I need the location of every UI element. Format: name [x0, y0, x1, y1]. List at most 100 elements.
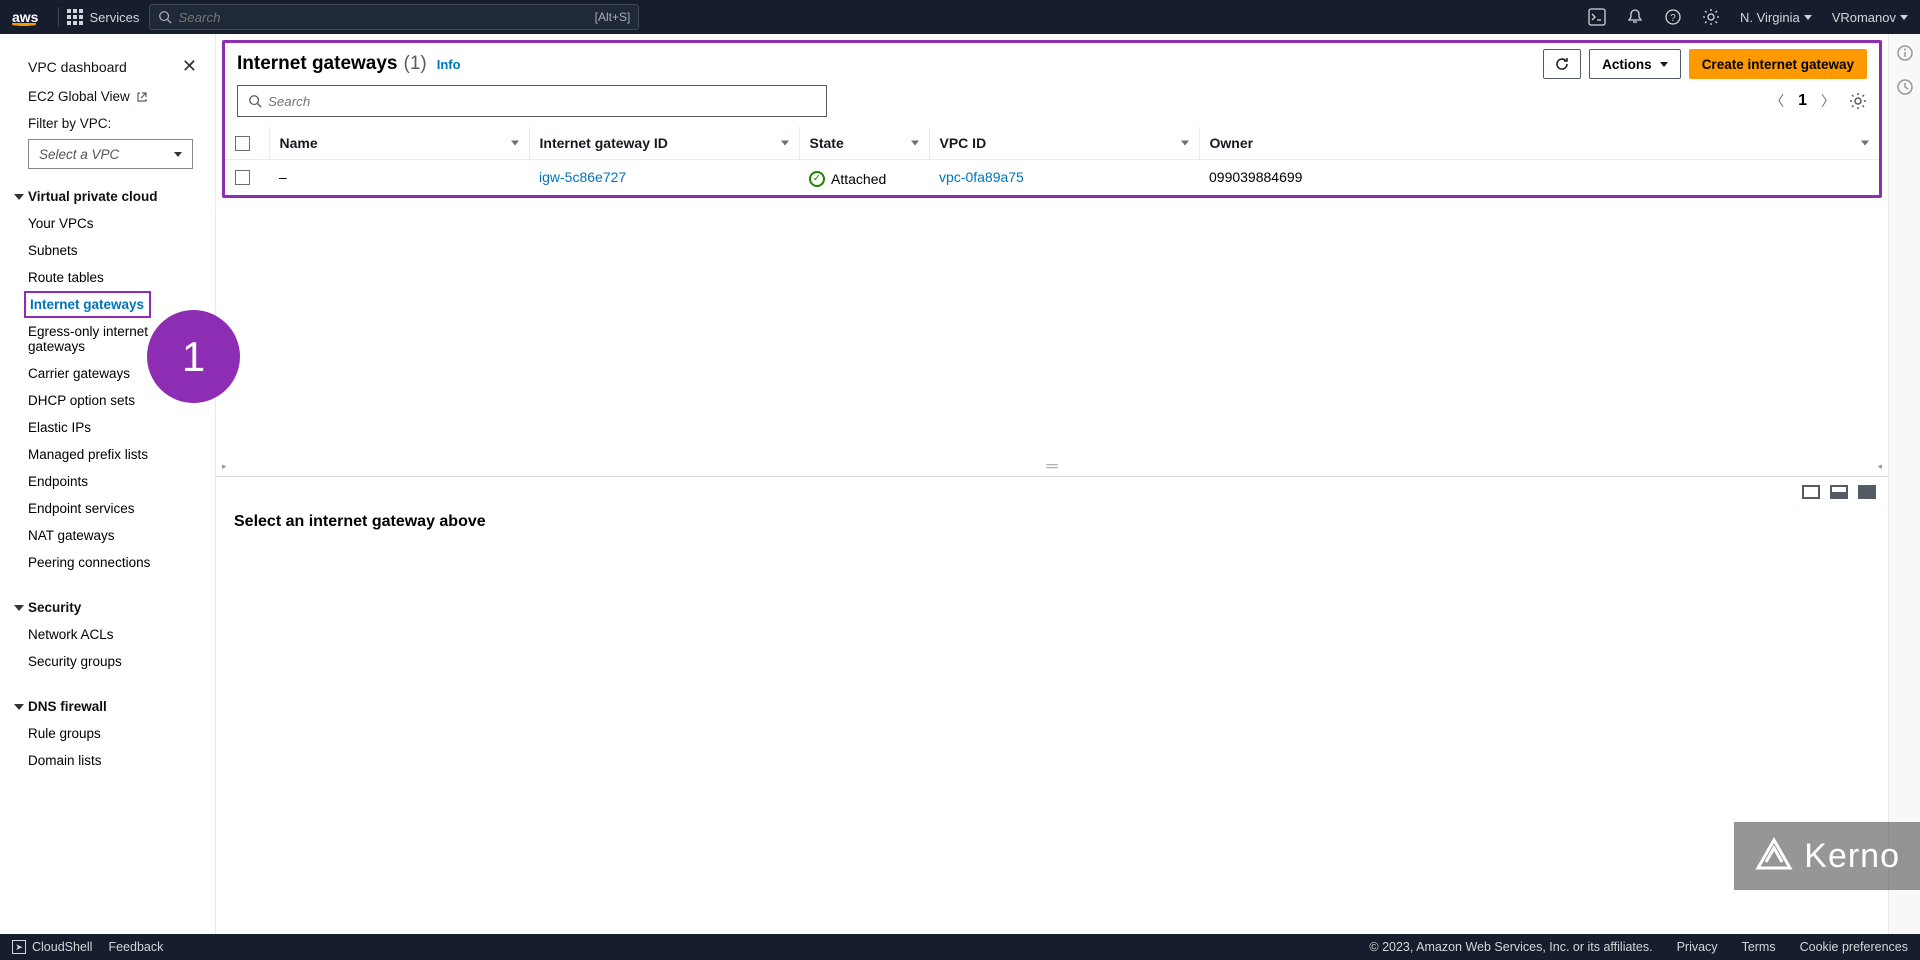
col-state[interactable]: State [799, 127, 929, 160]
section-label: Virtual private cloud [28, 189, 158, 204]
global-search[interactable]: [Alt+S] [149, 4, 639, 30]
caret-down-icon [14, 605, 24, 611]
region-selector[interactable]: N. Virginia [1740, 10, 1812, 25]
section-label: Security [28, 600, 81, 615]
global-search-input[interactable] [178, 10, 594, 25]
cell-name: – [269, 160, 529, 195]
igw-panel-highlight: Internet gateways (1) Info Actions Creat… [222, 40, 1882, 198]
sidebar-item-peering-connections[interactable]: Peering connections [10, 549, 201, 576]
page-number: 1 [1798, 92, 1807, 110]
row-checkbox[interactable] [235, 170, 250, 185]
col-owner[interactable]: Owner [1199, 127, 1879, 160]
main-content: Internet gateways (1) Info Actions Creat… [216, 34, 1888, 934]
title-text: Internet gateways [237, 53, 398, 75]
cell-owner: 099039884699 [1199, 160, 1879, 195]
footer-cloudshell-button[interactable]: ➤CloudShell [12, 940, 92, 954]
table-preferences-button[interactable] [1849, 92, 1867, 110]
select-all-checkbox[interactable] [235, 136, 250, 151]
sidebar-item-dashboard[interactable]: VPC dashboard [28, 59, 127, 75]
page-next-button[interactable]: 〉 [1821, 91, 1835, 111]
footer-privacy-link[interactable]: Privacy [1677, 940, 1718, 954]
svg-text:?: ? [1670, 13, 1676, 24]
sidebar-item-nat-gateways[interactable]: NAT gateways [10, 522, 201, 549]
search-shortcut-hint: [Alt+S] [595, 10, 631, 24]
col-name[interactable]: Name [269, 127, 529, 160]
settings-icon[interactable] [1702, 8, 1720, 26]
cell-igw-link[interactable]: igw-5c86e727 [539, 169, 626, 185]
cell-vpc-link[interactable]: vpc-0fa89a75 [939, 169, 1024, 185]
section-label: DNS firewall [28, 699, 107, 714]
help-icon[interactable]: ? [1664, 8, 1682, 26]
check-circle-icon: ✓ [809, 171, 825, 187]
page-title: Internet gateways (1) [237, 53, 427, 75]
section-vpc[interactable]: Virtual private cloud [10, 183, 201, 210]
title-count: (1) [404, 53, 427, 75]
sidebar-item-ec2-global-view[interactable]: EC2 Global View [10, 83, 201, 110]
detail-empty-message: Select an internet gateway above [216, 507, 1888, 537]
search-icon [248, 94, 262, 108]
global-footer: ➤CloudShell Feedback © 2023, Amazon Web … [0, 934, 1920, 960]
sidebar-item-route-tables[interactable]: Route tables [10, 264, 201, 291]
sidebar-item-network-acls[interactable]: Network ACLs [10, 621, 201, 648]
refresh-button[interactable] [1543, 49, 1581, 79]
sidebar-item-security-groups[interactable]: Security groups [10, 648, 201, 675]
col-igw-id[interactable]: Internet gateway ID [529, 127, 799, 160]
aws-logo[interactable]: aws [12, 9, 38, 26]
col-vpc-id[interactable]: VPC ID [929, 127, 1199, 160]
state-label: Attached [831, 171, 886, 187]
panel-search[interactable] [237, 85, 827, 117]
sidebar-item-internet-gateways[interactable]: Internet gateways [24, 291, 151, 318]
clock-icon[interactable] [1896, 78, 1914, 96]
sidebar-item-your-vpcs[interactable]: Your VPCs [10, 210, 201, 237]
layout-split-icon[interactable] [1802, 485, 1820, 499]
paginator: 〈 1 〉 [1770, 91, 1867, 111]
page-prev-button[interactable]: 〈 [1770, 91, 1784, 111]
services-menu-button[interactable]: Services [67, 9, 139, 25]
kerno-watermark: Kerno [1734, 822, 1920, 890]
cloudshell-icon[interactable] [1588, 8, 1606, 26]
notifications-icon[interactable] [1626, 8, 1644, 26]
sidebar-item-endpoints[interactable]: Endpoints [10, 468, 201, 495]
footer-terms-link[interactable]: Terms [1742, 940, 1776, 954]
info-link[interactable]: Info [437, 57, 461, 72]
sidebar-item-endpoint-services[interactable]: Endpoint services [10, 495, 201, 522]
right-rail [1888, 34, 1920, 934]
section-dns-firewall[interactable]: DNS firewall [10, 693, 201, 720]
sidebar-item-domain-lists[interactable]: Domain lists [10, 747, 201, 774]
services-label: Services [89, 10, 139, 25]
caret-down-icon [14, 704, 24, 710]
sidebar-item-rule-groups[interactable]: Rule groups [10, 720, 201, 747]
info-icon[interactable] [1896, 44, 1914, 62]
vpc-filter-select[interactable]: Select a VPC [28, 139, 193, 169]
user-label: VRomanov [1832, 10, 1896, 25]
create-label: Create internet gateway [1702, 57, 1854, 72]
region-label: N. Virginia [1740, 10, 1800, 25]
caret-down-icon [174, 152, 182, 157]
layout-half-icon[interactable] [1830, 485, 1848, 499]
external-link-icon [136, 91, 148, 103]
section-security[interactable]: Security [10, 594, 201, 621]
close-icon[interactable]: ✕ [182, 56, 197, 77]
filter-by-vpc-label: Filter by VPC: [10, 110, 201, 135]
sidebar: VPC dashboard ✕ EC2 Global View Filter b… [0, 34, 216, 934]
actions-button[interactable]: Actions [1589, 49, 1681, 79]
split-handle[interactable]: ═ [216, 458, 1888, 476]
footer-cookies-link[interactable]: Cookie preferences [1800, 940, 1908, 954]
kerno-logo-icon [1754, 836, 1794, 876]
caret-down-icon [1804, 15, 1812, 20]
footer-feedback-link[interactable]: Feedback [108, 940, 163, 954]
create-igw-button[interactable]: Create internet gateway [1689, 49, 1867, 79]
table-row[interactable]: – igw-5c86e727 ✓ Attached vpc-0fa89a75 09… [225, 160, 1879, 195]
sidebar-item-subnets[interactable]: Subnets [10, 237, 201, 264]
sidebar-item-managed-prefix-lists[interactable]: Managed prefix lists [10, 441, 201, 468]
panel-search-input[interactable] [268, 94, 816, 109]
annotation-step-marker: 1 [147, 310, 240, 403]
detail-panel: Select an internet gateway above [216, 476, 1888, 935]
igw-table: Name Internet gateway ID State VPC ID Ow… [225, 127, 1879, 195]
cloudshell-label: CloudShell [32, 940, 92, 954]
account-menu[interactable]: VRomanov [1832, 10, 1908, 25]
divider [58, 7, 59, 27]
layout-full-icon[interactable] [1858, 485, 1876, 499]
sidebar-item-elastic-ips[interactable]: Elastic IPs [10, 414, 201, 441]
caret-down-icon [14, 194, 24, 200]
